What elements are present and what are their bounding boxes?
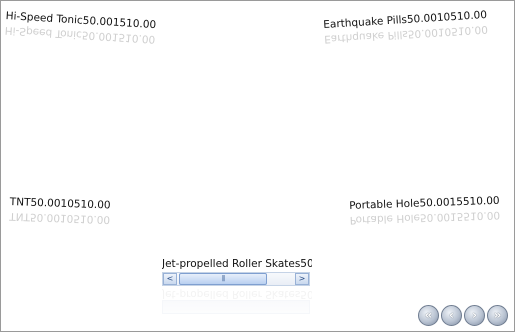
scroll-right-button[interactable]: > — [295, 273, 309, 285]
carousel-panel: Hi-Speed Tonic50.001510.00 Hi-Speed Toni… — [0, 0, 515, 332]
last-button[interactable]: » — [487, 305, 508, 326]
front-label-reflection: Jet-propelled Roller Skates50.0 — [162, 288, 312, 300]
carousel-item[interactable]: TNT50.0010510.00 TNT50.0010510.00 — [9, 196, 111, 226]
scrollbar-reflection — [162, 300, 310, 314]
carousel-front-item[interactable]: Jet-propelled Roller Skates50.0 < ||| > … — [162, 258, 312, 314]
carousel-item[interactable]: Hi-Speed Tonic50.001510.00 Hi-Speed Toni… — [4, 10, 156, 45]
carousel-item[interactable]: Portable Hole50.0015510.00 Portable Hole… — [349, 195, 500, 226]
scroll-thumb[interactable]: ||| — [179, 273, 267, 285]
next-button[interactable]: › — [464, 305, 485, 326]
front-item-reflection: Jet-propelled Roller Skates50.0 — [162, 287, 312, 314]
scroll-left-button[interactable]: < — [163, 273, 177, 285]
carousel-item[interactable]: Earthquake Pills50.0010510.00 Earthquake… — [323, 9, 488, 45]
item-reflection: TNT50.0010510.00 — [9, 209, 111, 226]
first-button[interactable]: « — [418, 305, 439, 326]
previous-button[interactable]: ‹ — [441, 305, 462, 326]
carousel-navigation: « ‹ › » — [418, 305, 508, 326]
horizontal-scrollbar[interactable]: < ||| > — [162, 272, 310, 286]
front-item-label: Jet-propelled Roller Skates50.0 — [162, 258, 312, 270]
